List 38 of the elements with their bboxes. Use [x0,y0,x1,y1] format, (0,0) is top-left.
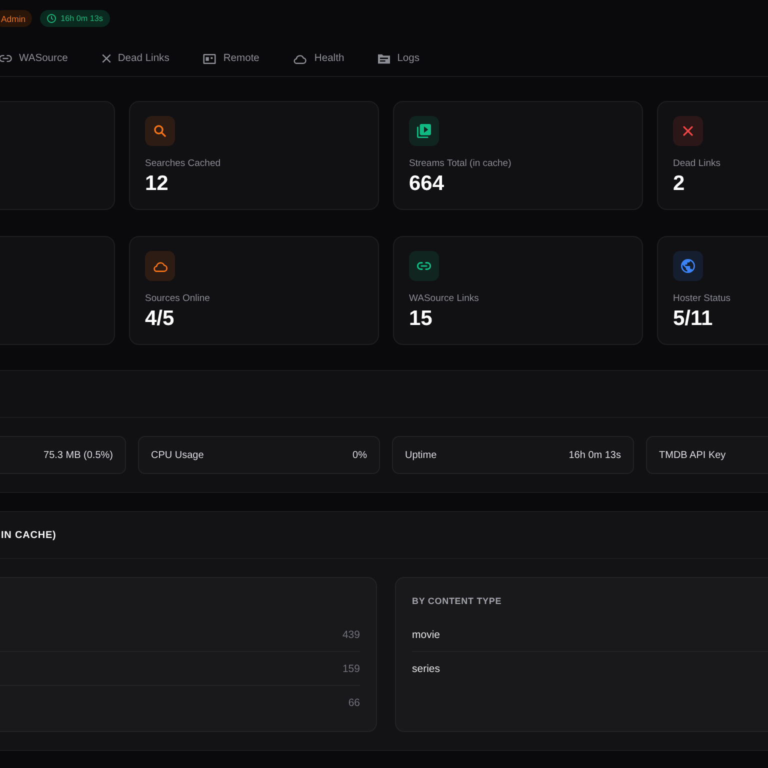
row-count: 159 [342,662,360,674]
stat-label: WASource Links [409,292,480,306]
stat-value: 5/11 [673,307,714,331]
info-label: TMDB API Key [659,450,726,460]
info-value: 75.3 MB (0.5%) [44,450,113,460]
info-label: Uptime [405,450,437,460]
stat-label: Dead Links [673,157,722,171]
stat-value: 15 [409,307,434,331]
stat-label: Searches Cached [145,157,222,171]
stat-label: Streams Total (in cache) [409,157,512,171]
folder-icon [378,54,390,64]
tab[interactable]: Logs [361,41,437,76]
clock-icon [46,14,56,23]
stat-label: Sources Online [145,292,211,306]
tab[interactable]: Health [276,41,362,76]
info-label: CPU Usage [151,450,204,460]
info-value: 0% [352,450,367,460]
stat-value: 4/5 [145,307,176,331]
tab[interactable]: WASource [0,41,85,76]
row-label: movie [412,628,440,640]
row-count: 66 [348,696,360,708]
link-icon [0,55,12,62]
tab[interactable]: Remote [186,41,276,76]
row-count: 439 [342,628,360,640]
row-label: series [412,662,440,674]
info-value: 16h 0m 13s [568,450,621,460]
device-icon [203,54,216,64]
uptime-text: 16h 0m 13s [60,14,103,23]
breakdown-title: BY CONTENT TYPE [412,596,502,606]
cloud-icon [293,54,308,64]
stat-value: 664 [409,172,446,196]
cross-icon [102,54,111,63]
stat-label: Hoster Status [673,292,732,306]
panel-title: IN CACHE) [1,530,56,540]
role-badge: Admin [0,10,32,27]
stat-value: 12 [145,172,170,196]
tab[interactable]: Dead Links [84,41,186,76]
stat-value: 2 [673,172,686,196]
